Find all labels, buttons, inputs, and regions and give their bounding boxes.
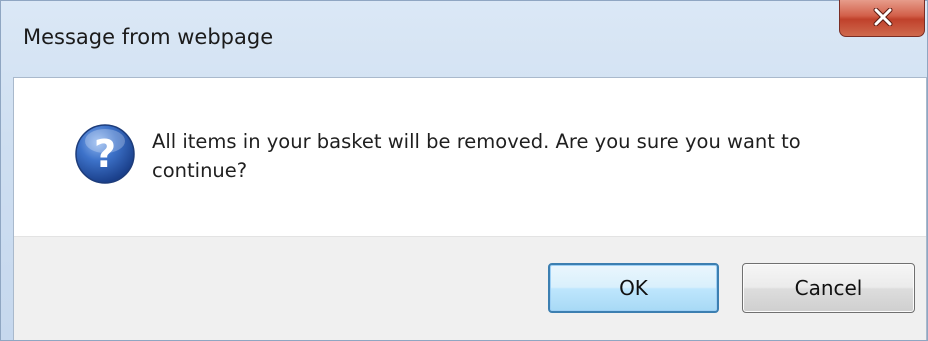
message-area: ? All items in your basket will be remov…: [14, 78, 926, 236]
close-button[interactable]: [839, 0, 925, 37]
dialog-titlebar[interactable]: Message from webpage: [1, 0, 928, 77]
close-x-icon: [873, 8, 893, 26]
cancel-button[interactable]: Cancel: [742, 263, 915, 313]
button-area: OK Cancel: [14, 236, 926, 340]
dialog-message: All items in your basket will be removed…: [152, 130, 801, 182]
dialog-title: Message from webpage: [23, 25, 274, 49]
ok-button[interactable]: OK: [548, 263, 719, 313]
dialog-content: ? All items in your basket will be remov…: [13, 77, 927, 340]
message-dialog: Message from webpage ? All items in your…: [0, 0, 928, 341]
svg-text:?: ?: [94, 132, 116, 176]
question-icon: ?: [75, 124, 135, 184]
